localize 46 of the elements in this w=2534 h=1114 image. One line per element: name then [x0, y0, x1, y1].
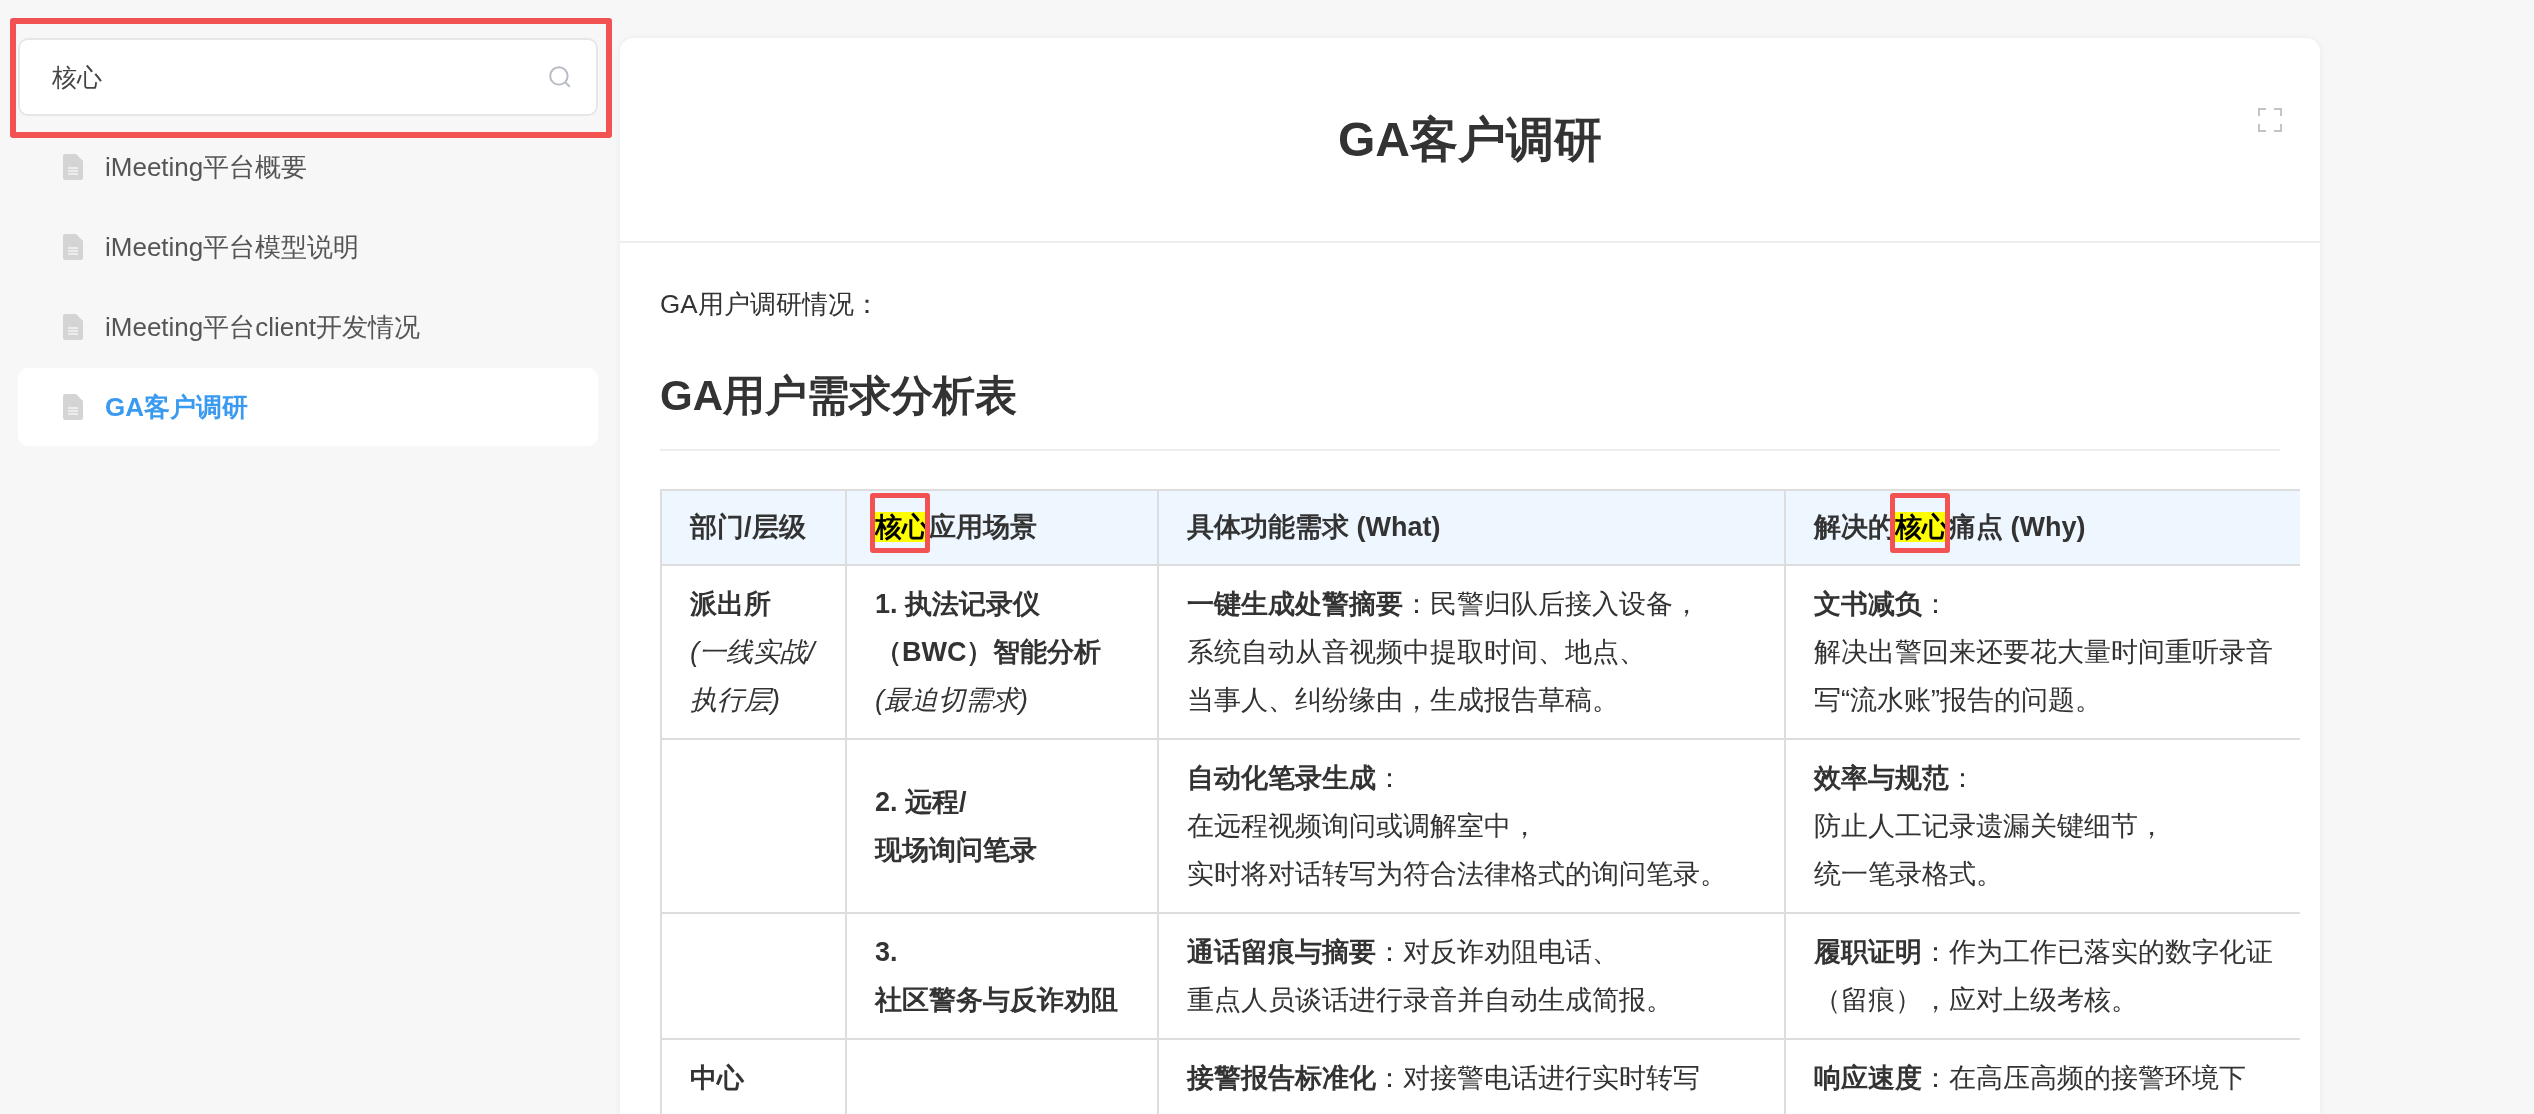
search-field[interactable]: 核心	[18, 38, 598, 116]
cell-text: 社区警务与反诈劝阻	[875, 984, 1119, 1017]
fullscreen-icon[interactable]	[2258, 108, 2282, 132]
cell-text: （BWC）智能分析	[875, 636, 1103, 669]
cell-text: （留痕），应对上级考核。	[1814, 984, 2139, 1017]
document-icon	[63, 314, 83, 340]
cell-text: 解决出警回来还要花大量时间重听录音	[1814, 636, 2274, 669]
cell-text: 防止人工记录遗漏关键细节，	[1814, 810, 2166, 843]
cell-text: 履职证明：作为工作已落实的数字化证	[1814, 936, 2274, 969]
sidebar-item[interactable]: iMeeting平台模型说明	[18, 208, 598, 286]
cell-text: 3.	[875, 936, 899, 969]
document-icon	[63, 394, 83, 420]
cell-text: 自动化笔录生成：	[1187, 762, 1404, 795]
cell-text: 通话留痕与摘要：对反诈劝阻电话、	[1187, 936, 1620, 969]
cell-text: 2. 远程/	[875, 786, 968, 819]
cell-text: 派出所	[690, 588, 772, 621]
column-header-text: 部门/层级	[690, 512, 806, 543]
cell-text: (一线实战/	[690, 636, 817, 669]
cell-text: 当事人、纠纷缘由，生成报告草稿。	[1187, 684, 1620, 717]
cell-text: 重点人员谈话进行录音并自动生成简报。	[1187, 984, 1674, 1017]
column-header-text: 痛点 (Why)	[1949, 512, 2086, 543]
cell-text: 执行层)	[690, 684, 781, 717]
column-header-text: 具体功能需求 (What)	[1187, 512, 1441, 543]
cell-text: 实时将对话转写为符合法律格式的询问笔录。	[1187, 858, 1728, 891]
cell-text: 1. 执法记录仪	[875, 588, 1042, 621]
section-heading: GA用户需求分析表	[660, 364, 2280, 451]
cell-text: 统一笔录格式。	[1814, 858, 2004, 891]
cell-text: 接警报告标准化：对接警电话进行实时转写	[1187, 1062, 1701, 1095]
document-icon	[63, 234, 83, 260]
cell-text: 在远程视频询问或调解室中，	[1187, 810, 1539, 843]
search-icon	[548, 65, 572, 89]
document-icon	[63, 154, 83, 180]
cell-text: (最迫切需求)	[875, 684, 1029, 717]
document-title: GA客户调研	[1338, 111, 1602, 168]
cell-text: 中心	[690, 1062, 745, 1095]
sidebar-item[interactable]: iMeeting平台client开发情况	[18, 288, 598, 366]
cell-text: 文书减负：	[1814, 588, 1950, 621]
cell-text: 系统自动从音视频中提取时间、地点、	[1187, 636, 1647, 669]
cell-text: 一键生成处警摘要：民警归队后接入设备，	[1187, 588, 1701, 621]
cell-text: 现场询问笔录	[875, 834, 1038, 867]
cell-text: 响应速度：在高压高频的接警环境下	[1814, 1062, 2247, 1095]
cell-text: 写“流水账”报告的问题。	[1814, 684, 2103, 717]
intro-text: GA用户调研情况：	[660, 288, 881, 321]
cell-text: 效率与规范：	[1814, 762, 1977, 795]
sidebar-item[interactable]: iMeeting平台概要	[18, 128, 598, 206]
column-header-text: 应用场景	[929, 512, 1037, 543]
